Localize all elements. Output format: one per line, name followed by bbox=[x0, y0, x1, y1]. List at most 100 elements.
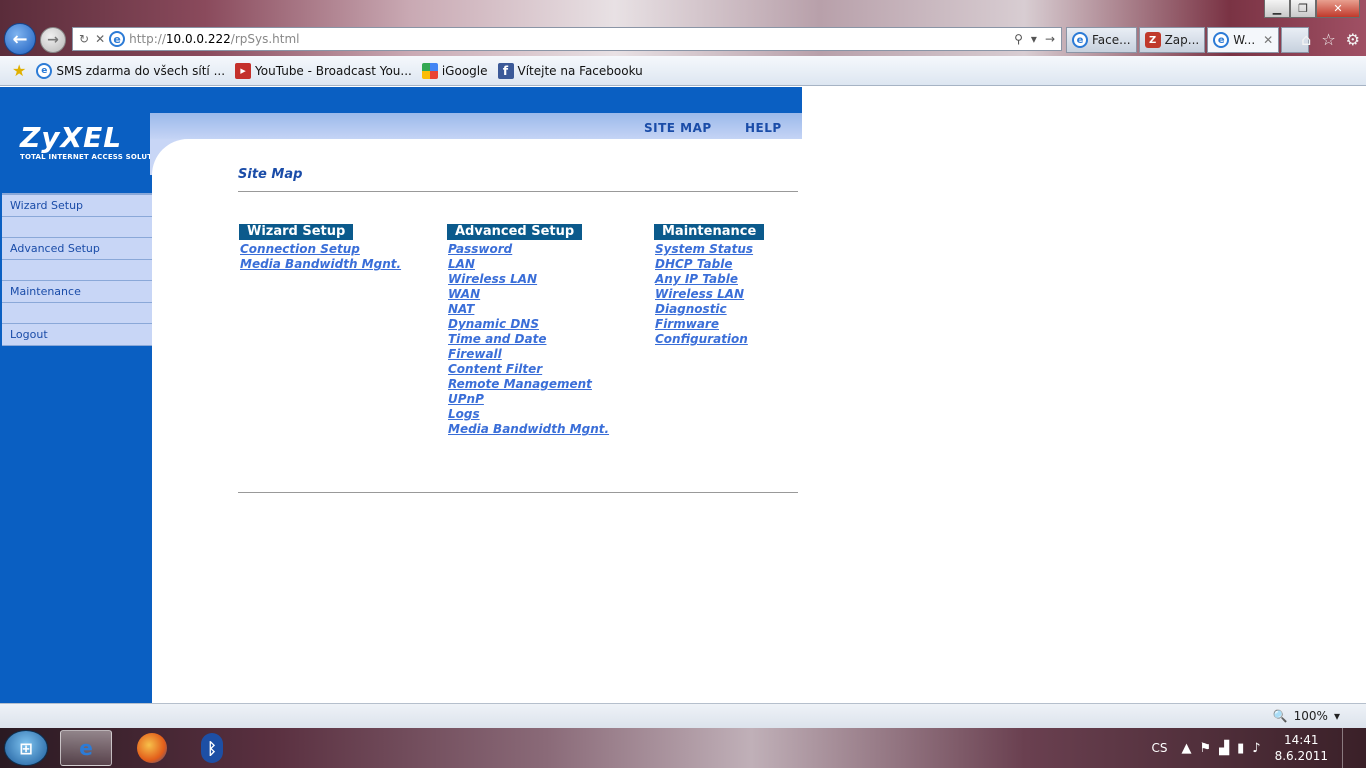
favorite-igoogle[interactable]: iGoogle bbox=[421, 62, 488, 79]
column-heading: Maintenance bbox=[654, 224, 765, 240]
zoom-control[interactable]: 🔍 100% ▾ bbox=[1273, 709, 1340, 723]
site-map-link[interactable]: Logs bbox=[447, 407, 609, 422]
site-map-link[interactable]: UPnP bbox=[447, 392, 609, 407]
column-maintenance: Maintenance System Status DHCP Table Any I… bbox=[654, 220, 765, 347]
power-icon[interactable]: ▮ bbox=[1237, 741, 1244, 756]
ie-icon: e bbox=[1213, 32, 1230, 48]
youtube-icon: ▶ bbox=[235, 62, 252, 79]
browser-titlebar: ▁ ❐ ✕ ← → ↻ ✕ e http://10.0.0.222/rpSys.… bbox=[0, 0, 1366, 56]
favorite-label: SMS zdarma do všech sítí ... bbox=[56, 63, 226, 78]
network-signal-icon[interactable]: ▟ bbox=[1219, 741, 1229, 756]
bluetooth-icon: ᛒ bbox=[201, 733, 223, 763]
column-heading: Advanced Setup bbox=[447, 224, 583, 240]
site-map-link[interactable]: Wireless LAN bbox=[654, 287, 764, 302]
facebook-icon: f bbox=[497, 62, 514, 79]
url-text[interactable]: http://10.0.0.222/rpSys.html bbox=[129, 32, 1014, 46]
site-map-link[interactable]: Diagnostic bbox=[654, 302, 764, 317]
search-icon[interactable]: ⚲ bbox=[1014, 32, 1023, 46]
clock[interactable]: 14:41 8.6.2011 bbox=[1275, 732, 1328, 764]
zoom-icon: 🔍 bbox=[1272, 709, 1288, 723]
top-banner bbox=[0, 87, 802, 113]
site-map-link[interactable]: Configuration bbox=[654, 332, 764, 347]
url-host: 10.0.0.222 bbox=[165, 32, 231, 46]
taskbar-bluetooth-button[interactable]: ᛒ bbox=[186, 730, 238, 766]
site-map-link[interactable]: NAT bbox=[447, 302, 609, 317]
tab-label: W... bbox=[1233, 33, 1256, 47]
address-bar[interactable]: ↻ ✕ e http://10.0.0.222/rpSys.html ⚲ ▾ → bbox=[72, 27, 1062, 51]
site-map-link[interactable]: Firewall bbox=[447, 347, 609, 362]
sidebar-item-advanced-setup[interactable]: Advanced Setup bbox=[2, 238, 152, 260]
ie-page-icon: e bbox=[109, 31, 126, 47]
firefox-icon bbox=[137, 733, 167, 763]
site-map-link[interactable]: SITE MAP bbox=[644, 121, 712, 135]
favorite-label: Vítejte na Facebooku bbox=[517, 63, 643, 78]
arrow-left-icon: ← bbox=[12, 28, 28, 50]
favorites-star-icon[interactable]: ☆ bbox=[1321, 30, 1335, 49]
site-map-link[interactable]: Firmware bbox=[654, 317, 764, 332]
router-page: ZyXEL TOTAL INTERNET ACCESS SOLUTION SIT… bbox=[0, 87, 1366, 703]
chevron-down-icon[interactable]: ▾ bbox=[1334, 709, 1340, 723]
zoom-level: 100% bbox=[1293, 709, 1328, 723]
volume-icon[interactable]: ♪ bbox=[1252, 741, 1260, 756]
url-scheme: http:// bbox=[129, 32, 166, 46]
help-link[interactable]: HELP bbox=[745, 121, 782, 135]
site-map-link[interactable]: LAN bbox=[447, 257, 609, 272]
go-icon[interactable]: → bbox=[1045, 32, 1055, 46]
site-map-link[interactable]: Content Filter bbox=[447, 362, 609, 377]
site-map-link[interactable]: Media Bandwidth Mgnt. bbox=[447, 422, 609, 437]
sidebar-item-logout[interactable]: Logout bbox=[2, 324, 152, 346]
favorites-add-icon[interactable]: ★ bbox=[12, 61, 26, 80]
close-button[interactable]: ✕ bbox=[1316, 0, 1360, 18]
site-map-link[interactable]: Media Bandwidth Mgnt. bbox=[239, 257, 401, 272]
site-map-link[interactable]: WAN bbox=[447, 287, 609, 302]
sidebar-item-maintenance[interactable]: Maintenance bbox=[2, 281, 152, 303]
tab-zap[interactable]: Z Zap... bbox=[1138, 27, 1206, 53]
main-content: Site Map Wizard Setup Connection Setup Me… bbox=[238, 167, 798, 436]
zyxel-logo: ZyXEL TOTAL INTERNET ACCESS SOLUTION bbox=[0, 113, 167, 169]
tab-active[interactable]: e W... ✕ bbox=[1207, 27, 1280, 53]
show-hidden-icons-icon[interactable]: ▲ bbox=[1181, 741, 1191, 756]
back-button[interactable]: ← bbox=[4, 23, 36, 55]
sidebar-item-wizard-setup[interactable]: Wizard Setup bbox=[2, 195, 152, 217]
address-left-icons: ↻ ✕ bbox=[73, 32, 109, 46]
taskbar: ⊞ e ᛒ CS ▲ ⚑ ▟ ▮ ♪ 14:41 8.6.2011 bbox=[0, 728, 1366, 768]
site-map-link[interactable]: Wireless LAN bbox=[447, 272, 609, 287]
site-map-link[interactable]: System Status bbox=[654, 242, 764, 257]
site-map-link[interactable]: Connection Setup bbox=[239, 242, 401, 257]
favorite-facebook[interactable]: f Vítejte na Facebooku bbox=[497, 62, 643, 79]
favorite-youtube[interactable]: ▶ YouTube - Broadcast You... bbox=[235, 62, 412, 79]
gear-icon[interactable]: ⚙ bbox=[1346, 30, 1360, 49]
tray-icons: ▲ ⚑ ▟ ▮ ♪ bbox=[1181, 741, 1260, 756]
show-desktop-button[interactable] bbox=[1342, 728, 1356, 768]
language-indicator[interactable]: CS bbox=[1151, 741, 1167, 755]
tab-close-icon[interactable]: ✕ bbox=[1263, 33, 1273, 47]
tab-facebook[interactable]: e Face... bbox=[1066, 27, 1137, 53]
ie-icon: e bbox=[36, 62, 53, 79]
stop-icon[interactable]: ✕ bbox=[95, 32, 105, 46]
maximize-button[interactable]: ❐ bbox=[1290, 0, 1316, 18]
taskbar-ie-button[interactable]: e bbox=[60, 730, 112, 766]
status-bar: 🔍 100% ▾ bbox=[0, 703, 1366, 728]
forward-button[interactable]: → bbox=[40, 27, 66, 53]
tab-label: Face... bbox=[1092, 33, 1131, 47]
site-map-link[interactable]: Time and Date bbox=[447, 332, 609, 347]
dropdown-icon[interactable]: ▾ bbox=[1031, 32, 1037, 46]
site-map-link[interactable]: Dynamic DNS bbox=[447, 317, 609, 332]
divider bbox=[238, 191, 798, 192]
start-button[interactable]: ⊞ bbox=[4, 730, 48, 766]
site-map-link[interactable]: Remote Management bbox=[447, 377, 609, 392]
favorite-sms[interactable]: e SMS zdarma do všech sítí ... bbox=[36, 62, 226, 79]
site-map-link[interactable]: Any IP Table bbox=[654, 272, 764, 287]
action-center-flag-icon[interactable]: ⚑ bbox=[1199, 741, 1211, 756]
site-map-link[interactable]: Password bbox=[447, 242, 609, 257]
minimize-button[interactable]: ▁ bbox=[1264, 0, 1290, 18]
tab-label: Zap... bbox=[1164, 33, 1200, 47]
logo-tagline: TOTAL INTERNET ACCESS SOLUTION bbox=[20, 153, 168, 161]
site-map-link[interactable]: DHCP Table bbox=[654, 257, 764, 272]
refresh-icon[interactable]: ↻ bbox=[79, 32, 89, 46]
clock-time: 14:41 bbox=[1283, 733, 1319, 747]
home-icon[interactable]: ⌂ bbox=[1301, 30, 1311, 49]
windows-logo-icon: ⊞ bbox=[19, 738, 33, 758]
taskbar-firefox-button[interactable] bbox=[126, 730, 178, 766]
column-heading: Wizard Setup bbox=[239, 224, 354, 240]
